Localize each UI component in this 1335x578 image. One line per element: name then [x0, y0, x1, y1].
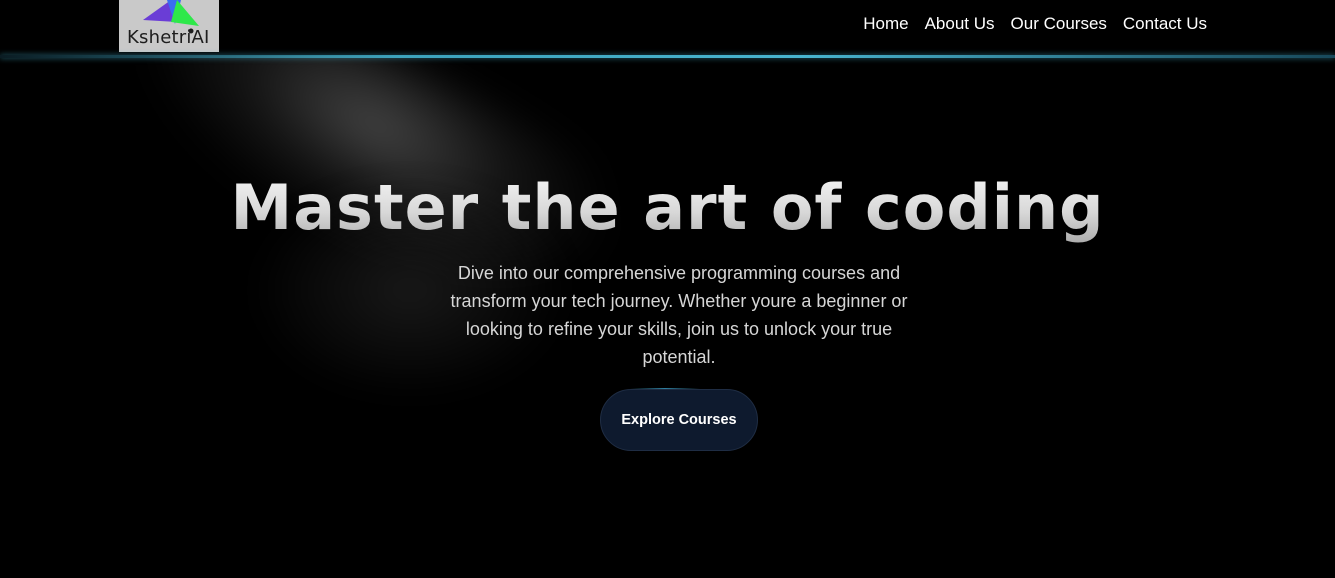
navbar-glow-divider — [0, 55, 1335, 58]
nav-link-home[interactable]: Home — [863, 14, 908, 34]
brand-logo-text: KshetriAI — [127, 27, 210, 48]
nav-menu: Home About Us Our Courses Contact Us — [863, 14, 1207, 34]
explore-courses-button[interactable]: Explore Courses — [600, 389, 758, 451]
navbar: KshetriAI Home About Us Our Courses Cont… — [0, 0, 1335, 56]
brand-logo[interactable]: KshetriAI — [119, 0, 219, 52]
hero-description: Dive into our comprehensive programming … — [450, 263, 908, 367]
page: KshetriAI Home About Us Our Courses Cont… — [0, 0, 1335, 578]
nav-link-our-courses[interactable]: Our Courses — [1011, 14, 1107, 34]
nav-link-about-us[interactable]: About Us — [925, 14, 995, 34]
hero-title: Master the art of coding — [0, 166, 1335, 250]
nav-link-contact-us[interactable]: Contact Us — [1123, 14, 1207, 34]
